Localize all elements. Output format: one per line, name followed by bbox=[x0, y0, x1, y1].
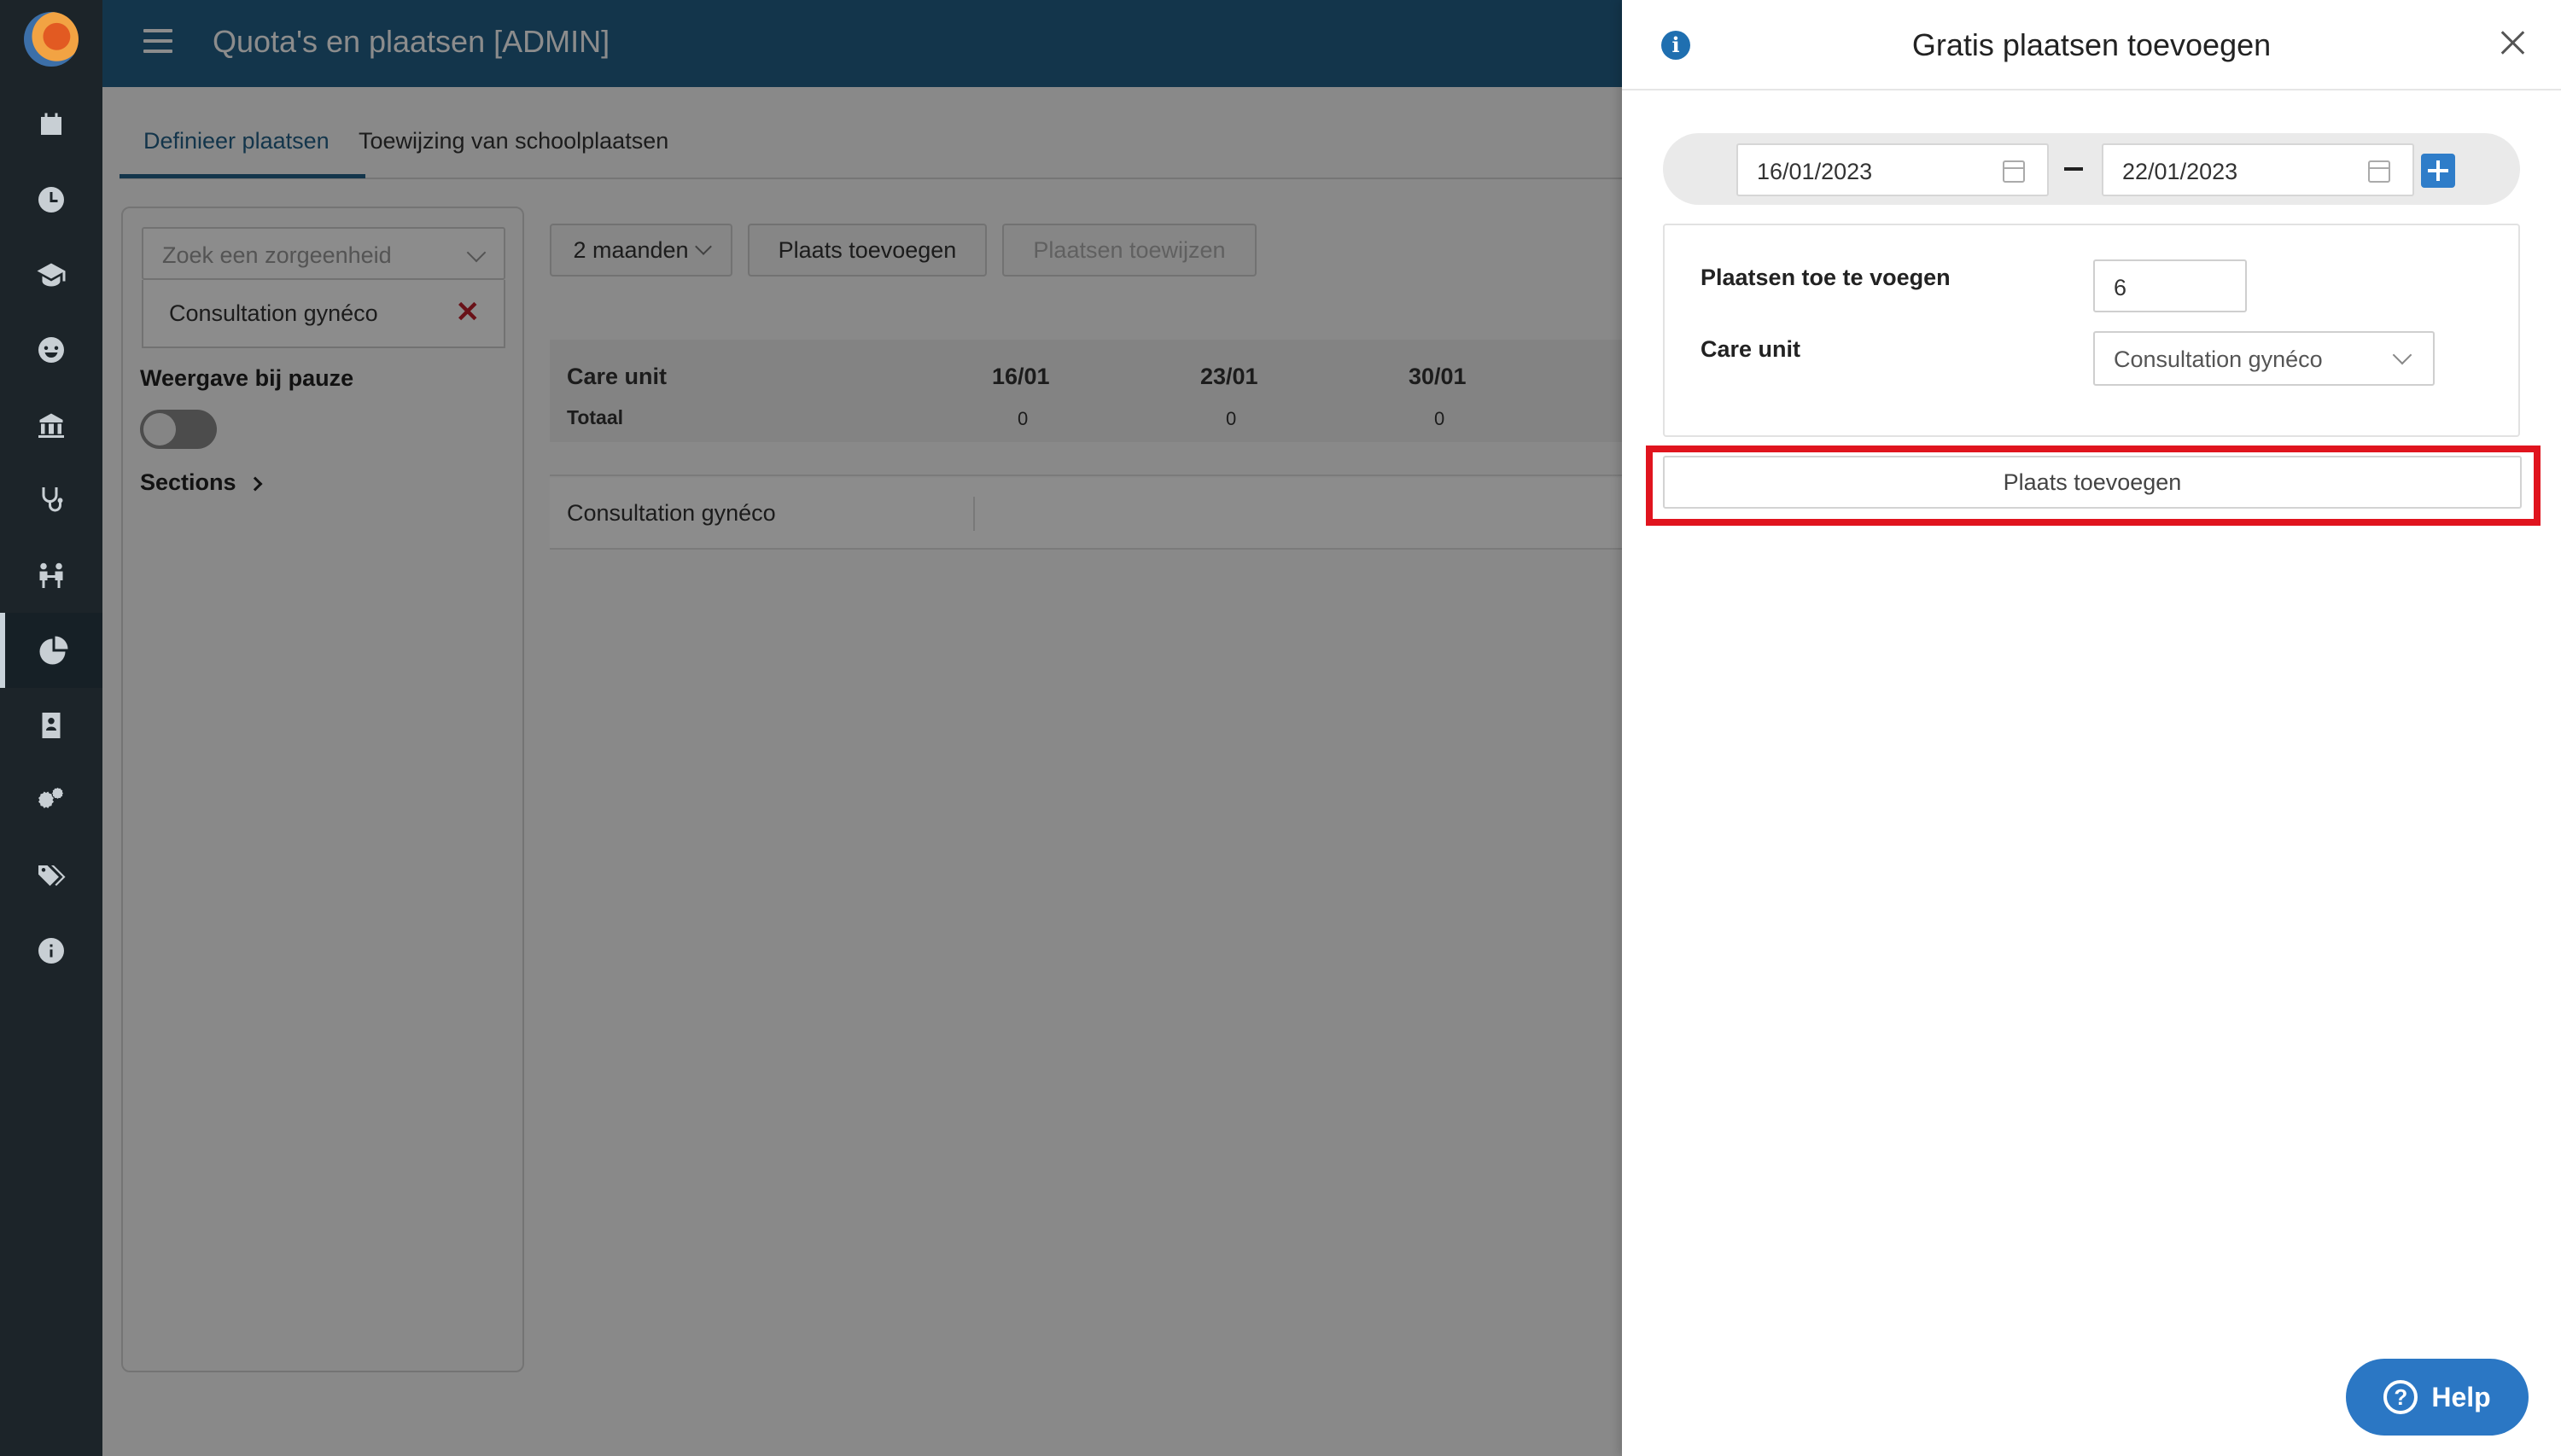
care-unit-select-value: Consultation gynéco bbox=[2114, 347, 2323, 372]
graduation-icon[interactable] bbox=[0, 237, 102, 312]
date-from-value: 16/01/2023 bbox=[1757, 159, 1873, 184]
info-icon[interactable] bbox=[0, 913, 102, 988]
panel-header: i Gratis plaatsen toevoegen bbox=[1622, 0, 2561, 90]
question-icon: ? bbox=[2383, 1380, 2418, 1414]
highlight-box bbox=[1646, 446, 2541, 526]
gears-icon[interactable] bbox=[0, 763, 102, 838]
modal-backdrop[interactable] bbox=[102, 0, 1622, 1456]
date-range-bar: 16/01/2023 22/01/2023 bbox=[1663, 133, 2520, 205]
care-unit-select[interactable]: Consultation gynéco bbox=[2093, 331, 2435, 386]
school-icon[interactable] bbox=[0, 387, 102, 463]
pie-chart-icon[interactable] bbox=[0, 613, 102, 688]
date-to-input[interactable]: 22/01/2023 bbox=[2102, 143, 2414, 196]
panel-title: Gratis plaatsen toevoegen bbox=[1911, 27, 2272, 62]
calendar-icon[interactable] bbox=[2003, 160, 2025, 183]
help-button[interactable]: ? Help bbox=[2346, 1359, 2529, 1436]
date-range-separator bbox=[2064, 167, 2083, 171]
close-icon[interactable] bbox=[2498, 27, 2529, 58]
places-to-add-value: 6 bbox=[2114, 275, 2127, 300]
care-unit-label: Care unit bbox=[1701, 336, 1801, 362]
date-to-value: 22/01/2023 bbox=[2122, 159, 2238, 184]
places-form: Plaatsen toe te voegen 6 Care unit Consu… bbox=[1663, 224, 2520, 437]
help-label: Help bbox=[2431, 1381, 2491, 1412]
app-logo[interactable] bbox=[24, 12, 79, 67]
tags-icon[interactable] bbox=[0, 838, 102, 913]
add-date-range-icon[interactable] bbox=[2421, 154, 2455, 188]
stethoscope-icon[interactable] bbox=[0, 463, 102, 538]
contact-book-icon[interactable] bbox=[0, 688, 102, 763]
calendar-icon[interactable] bbox=[2368, 160, 2390, 183]
places-to-add-input[interactable]: 6 bbox=[2093, 259, 2247, 312]
calendar-icon[interactable] bbox=[0, 87, 102, 162]
sidebar bbox=[0, 0, 102, 1456]
chevron-down-icon bbox=[2392, 345, 2412, 365]
smiley-icon[interactable] bbox=[0, 312, 102, 387]
places-to-add-label: Plaatsen toe te voegen bbox=[1701, 265, 1951, 290]
clock-icon[interactable] bbox=[0, 162, 102, 237]
people-icon[interactable] bbox=[0, 538, 102, 613]
add-free-places-panel: i Gratis plaatsen toevoegen 16/01/2023 2… bbox=[1622, 0, 2561, 1456]
date-from-input[interactable]: 16/01/2023 bbox=[1736, 143, 2049, 196]
